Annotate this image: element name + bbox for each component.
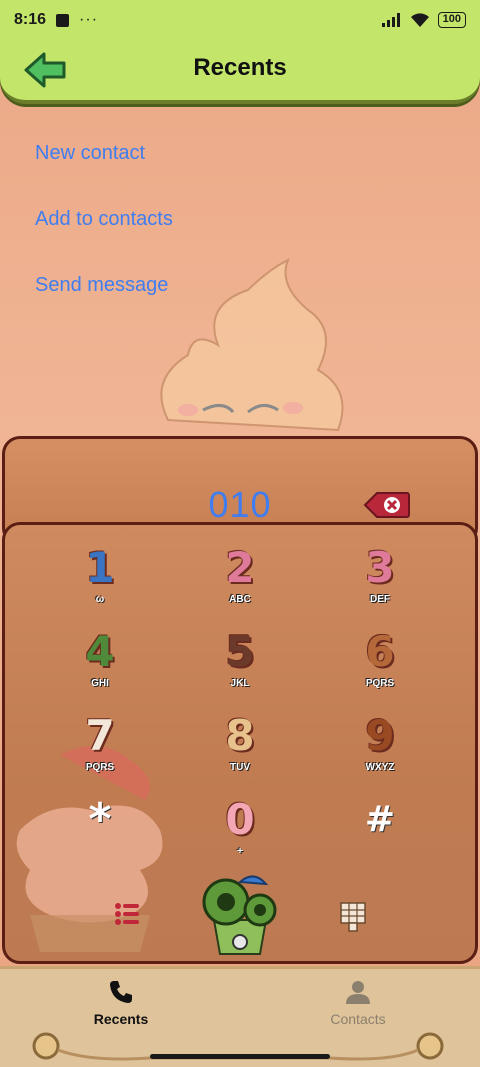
keypad-toggle-button[interactable] xyxy=(340,902,366,932)
status-bar: 8:16 ··· 100 xyxy=(0,0,480,40)
key-4[interactable]: 4 GHI xyxy=(60,626,140,706)
nav-tab-recents[interactable]: Recents xyxy=(61,979,181,1027)
nav-tab-contacts[interactable]: Contacts xyxy=(298,979,418,1027)
battery-icon: 100 xyxy=(437,12,466,28)
signal-icon xyxy=(381,13,400,27)
menu-button[interactable] xyxy=(114,902,140,926)
new-contact-link[interactable]: New contact xyxy=(35,140,173,206)
person-icon xyxy=(346,981,370,1004)
key-1[interactable]: 1 ω xyxy=(60,542,140,622)
key-2[interactable]: 2 ABC xyxy=(200,542,280,622)
backspace-icon xyxy=(363,492,410,518)
home-indicator[interactable] xyxy=(150,1054,330,1059)
call-button[interactable] xyxy=(196,870,284,956)
key-8[interactable]: 8 TUV xyxy=(200,710,280,790)
page-title: Recents xyxy=(193,54,287,81)
key-star[interactable]: * xyxy=(60,794,140,874)
dialpad-grid-icon xyxy=(340,902,366,932)
voicemail-icon: ω xyxy=(95,594,105,605)
list-menu-icon xyxy=(115,903,139,925)
key-5[interactable]: 5 JKL xyxy=(200,626,280,706)
key-3[interactable]: 3 DEF xyxy=(340,542,420,622)
delete-button[interactable] xyxy=(363,490,411,520)
status-time: 8:16 xyxy=(14,11,47,28)
key-6[interactable]: 6 PQRS xyxy=(340,626,420,706)
key-0[interactable]: 0 + xyxy=(200,794,280,874)
key-hash[interactable]: # xyxy=(340,794,420,874)
key-9[interactable]: 9 WXYZ xyxy=(340,710,420,790)
phone-icon xyxy=(110,981,132,1003)
notification-icon xyxy=(56,13,70,27)
ice-cream-mascot-illustration xyxy=(160,257,344,432)
ice-cream-call-icon xyxy=(202,875,277,955)
wifi-icon xyxy=(410,12,429,27)
key-7[interactable]: 7 PQRS xyxy=(60,710,140,790)
more-notifications-icon: ··· xyxy=(79,11,99,28)
